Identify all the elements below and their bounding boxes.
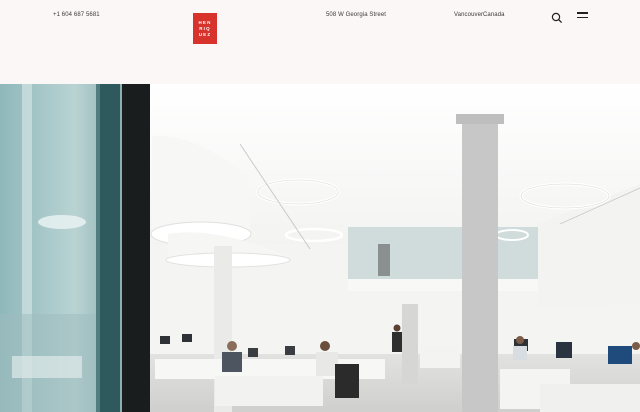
country-label: Canada (483, 12, 505, 18)
site-header: +1 604 687 5681 HEN RIQ UEZ 508 W Georgi… (0, 0, 640, 84)
phone-link[interactable]: +1 604 687 5681 (53, 12, 100, 18)
office-photo-illustration (0, 84, 640, 412)
address-link[interactable]: 508 W Georgia Street (326, 12, 386, 18)
hero-office-image (0, 84, 640, 412)
search-button[interactable] (551, 11, 563, 24)
menu-button[interactable] (577, 12, 588, 22)
search-icon (551, 12, 563, 24)
menu-icon (577, 12, 588, 14)
city-label: Vancouver (454, 12, 484, 18)
logo-line-3: UEZ (198, 31, 212, 37)
logo[interactable]: HEN RIQ UEZ (193, 13, 217, 44)
